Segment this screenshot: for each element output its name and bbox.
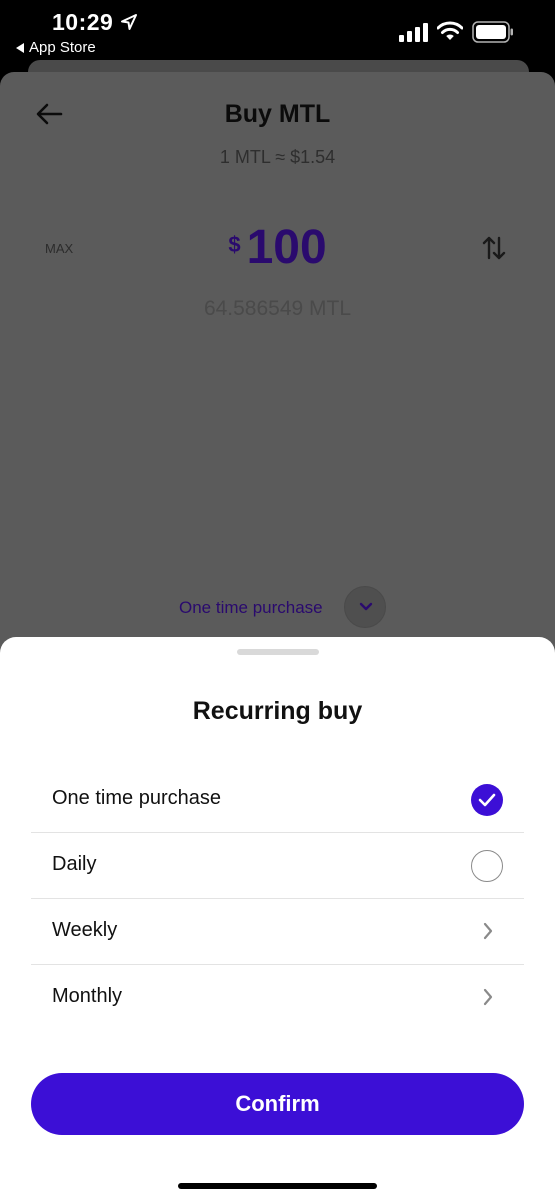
confirm-button[interactable]: Confirm [31,1073,524,1135]
crypto-amount: 64.586549 MTL [203,297,352,320]
battery-icon [472,21,513,43]
option-daily[interactable]: Daily [31,833,524,899]
page-title: Buy MTL [224,100,331,128]
exchange-rate: 1 MTL ≈ $1.54 [219,147,336,167]
checkmark-icon [471,784,503,816]
swap-icon[interactable] [482,234,506,262]
status-bar: 10:29 App Store [0,0,555,66]
option-label: Daily [52,853,97,875]
option-label: Monthly [52,985,123,1007]
option-label: Weekly [52,919,118,941]
signal-icon [399,23,428,42]
option-monthly[interactable]: Monthly [31,965,524,1031]
radio-unselected-icon [471,850,503,882]
back-to-app-store[interactable]: App Store [16,39,96,56]
option-label: One time purchase [52,787,221,809]
chevron-right-icon [483,922,493,940]
amount-value: 100 [246,221,327,274]
location-arrow-icon [121,14,137,30]
back-app-label: App Store [29,39,96,56]
home-indicator[interactable] [178,1183,377,1189]
amount-display: $100 [0,220,555,275]
option-one-time-purchase[interactable]: One time purchase [31,767,524,833]
sheet-grabber[interactable] [237,649,319,655]
chevron-down-icon [359,602,373,611]
status-time: 10:29 [52,9,114,35]
chevron-right-icon [483,988,493,1006]
sheet-title: Recurring buy [192,697,363,725]
currency-symbol: $ [228,232,241,257]
wifi-icon [437,21,463,40]
recurring-buy-sheet: Recurring buy One time purchase Daily We… [0,637,555,1200]
back-triangle-icon [16,42,24,53]
frequency-dropdown-button[interactable] [344,586,386,628]
option-weekly[interactable]: Weekly [31,899,524,965]
frequency-label[interactable]: One time purchase [179,598,323,618]
